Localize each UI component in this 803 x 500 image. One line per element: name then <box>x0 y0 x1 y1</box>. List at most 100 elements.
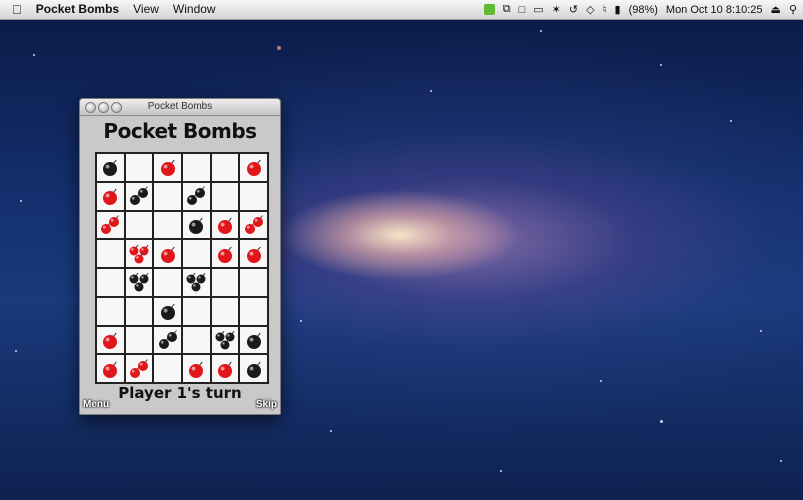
board-cell[interactable] <box>211 154 239 181</box>
board-cell[interactable] <box>97 154 124 181</box>
black-bomb-icon <box>246 332 261 349</box>
board-cell[interactable] <box>97 240 124 267</box>
board-cell[interactable] <box>240 154 267 181</box>
black-bomb-icon <box>158 330 177 349</box>
board-cell[interactable] <box>182 211 210 239</box>
red-bomb-icon <box>246 159 261 177</box>
board-cell[interactable] <box>211 211 239 239</box>
board-cell[interactable] <box>154 269 181 296</box>
red-bomb-icon <box>244 215 263 234</box>
skip-button[interactable]: Skip <box>256 399 277 410</box>
board-cell[interactable] <box>154 240 181 267</box>
black-bomb-icon <box>246 361 261 378</box>
board-cell[interactable] <box>182 240 210 267</box>
board-cell[interactable] <box>154 355 181 382</box>
black-bomb-icon <box>160 303 175 321</box>
board-cell[interactable] <box>125 297 153 325</box>
black-bomb-icon <box>189 217 204 234</box>
board-cell[interactable] <box>240 211 267 239</box>
board-cell[interactable] <box>182 154 210 181</box>
black-bomb-icon <box>129 186 148 206</box>
board-cell[interactable] <box>154 326 181 354</box>
volume-icon[interactable]: ♮ <box>603 3 607 16</box>
red-bomb-icon <box>189 361 204 378</box>
board-cell[interactable] <box>125 326 153 354</box>
clock[interactable]: Mon Oct 10 8:10:25 <box>666 4 763 16</box>
board-cell[interactable] <box>125 154 153 181</box>
pocket-bombs-window: Pocket Bombs Pocket Bombs Player 1's tur… <box>79 98 281 415</box>
evernote-icon[interactable] <box>476 4 495 16</box>
board-cell[interactable] <box>125 269 153 296</box>
board-cell[interactable] <box>97 297 124 325</box>
board-cell[interactable] <box>182 269 210 296</box>
board-cell[interactable] <box>211 355 239 382</box>
board-cell[interactable] <box>154 211 181 239</box>
black-bomb-icon <box>186 273 206 292</box>
board-cell[interactable] <box>240 297 267 325</box>
board-cell[interactable] <box>240 269 267 296</box>
status-area: ⧉ □ ▭ ✶ ↺ ◇ ♮ ▮ (98%) Mon Oct 10 8:10:25… <box>468 0 797 19</box>
bluetooth-icon[interactable]: ✶ <box>552 3 561 16</box>
menu-bar:  Pocket Bombs View Window ⧉ □ ▭ ✶ ↺ ◇ ♮… <box>0 0 803 20</box>
app-status-icon[interactable]: □ <box>519 4 526 16</box>
board-cell[interactable] <box>97 211 124 239</box>
board-cell[interactable] <box>240 240 267 267</box>
battery-icon[interactable]: ▮ <box>615 3 621 16</box>
board-cell[interactable] <box>182 355 210 382</box>
menu-window[interactable]: Window <box>166 0 223 19</box>
black-bomb-icon <box>129 273 149 292</box>
wifi-icon[interactable]: ◇ <box>586 3 594 16</box>
spotlight-search-icon[interactable]: ⚲ <box>789 3 797 16</box>
board-cell[interactable] <box>240 182 267 210</box>
black-bomb-icon <box>103 159 118 177</box>
board-cell[interactable] <box>240 355 267 382</box>
board-cell[interactable] <box>211 297 239 325</box>
menu-button[interactable]: Menu <box>83 399 109 410</box>
window-title: Pocket Bombs <box>147 101 213 112</box>
turn-indicator: Player 1's turn <box>118 384 242 402</box>
window-titlebar[interactable]: Pocket Bombs <box>80 99 280 116</box>
display-icon[interactable]: ▭ <box>533 3 543 16</box>
red-bomb-icon <box>129 358 148 378</box>
board-cell[interactable] <box>211 326 239 354</box>
board-cell[interactable] <box>97 182 124 210</box>
black-bomb-icon <box>187 186 206 206</box>
red-bomb-icon <box>103 188 118 206</box>
board-cell[interactable] <box>182 297 210 325</box>
menu-view[interactable]: View <box>126 0 166 19</box>
board-cell[interactable] <box>211 269 239 296</box>
dropbox-icon[interactable]: ⧉ <box>503 3 511 16</box>
red-bomb-icon <box>103 332 118 349</box>
minimize-window-button[interactable] <box>98 102 109 113</box>
board-cell[interactable] <box>97 355 124 382</box>
board-cell[interactable] <box>240 326 267 354</box>
board-cell[interactable] <box>125 355 153 382</box>
red-bomb-icon <box>129 244 149 264</box>
eject-icon[interactable]: ⏏ <box>771 3 781 16</box>
battery-percent: (98%) <box>628 3 658 16</box>
app-menu[interactable]: Pocket Bombs <box>29 0 126 19</box>
board-cell[interactable] <box>182 326 210 354</box>
close-window-button[interactable] <box>85 102 96 113</box>
board-cell[interactable] <box>154 154 181 181</box>
apple-menu-icon[interactable]:  <box>0 0 29 19</box>
board-cell[interactable] <box>182 182 210 210</box>
time-machine-icon[interactable]: ↺ <box>569 3 578 16</box>
board-cell[interactable] <box>211 182 239 210</box>
red-bomb-icon <box>160 159 175 177</box>
board-cell[interactable] <box>97 269 124 296</box>
red-bomb-icon <box>217 361 232 378</box>
board-cell[interactable] <box>211 240 239 267</box>
board-cell[interactable] <box>125 240 153 267</box>
board-cell[interactable] <box>125 182 153 210</box>
red-bomb-icon <box>160 246 175 263</box>
black-bomb-icon <box>215 330 235 350</box>
board-cell[interactable] <box>125 211 153 239</box>
game-board <box>95 152 269 384</box>
board-cell[interactable] <box>154 297 181 325</box>
red-bomb-icon <box>103 361 118 378</box>
board-cell[interactable] <box>154 182 181 210</box>
zoom-window-button[interactable] <box>111 102 122 113</box>
board-cell[interactable] <box>97 326 124 354</box>
red-bomb-icon <box>101 215 120 234</box>
